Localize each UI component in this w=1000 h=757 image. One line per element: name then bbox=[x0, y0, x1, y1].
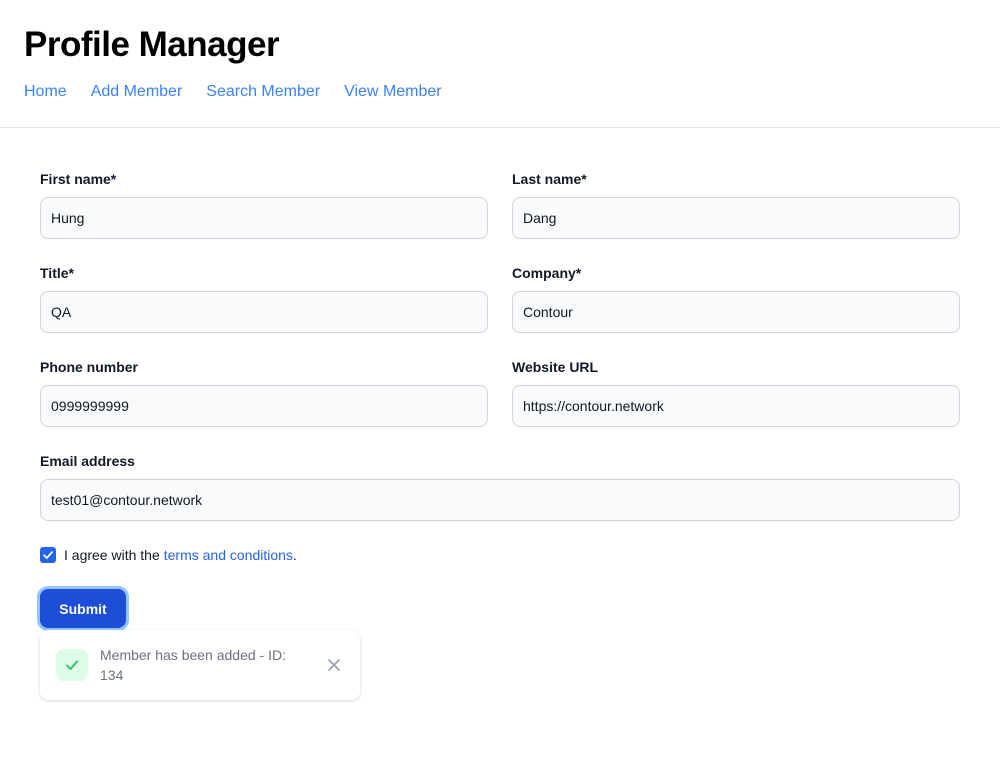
title-input[interactable] bbox=[40, 291, 488, 333]
title-label: Title* bbox=[40, 265, 74, 281]
nav-add-member[interactable]: Add Member bbox=[91, 82, 183, 102]
main-nav: Home Add Member Search Member View Membe… bbox=[24, 82, 442, 102]
terms-checkbox[interactable] bbox=[40, 547, 56, 563]
last-name-label: Last name* bbox=[512, 171, 587, 187]
nav-search-member[interactable]: Search Member bbox=[206, 82, 320, 102]
check-icon bbox=[56, 649, 88, 681]
first-name-group: First name* bbox=[40, 170, 488, 239]
company-label: Company* bbox=[512, 265, 582, 281]
website-label: Website URL bbox=[512, 359, 599, 375]
first-name-input[interactable] bbox=[40, 197, 488, 239]
email-group: Email address bbox=[40, 452, 960, 521]
checkmark-icon bbox=[43, 551, 53, 559]
company-input[interactable] bbox=[512, 291, 960, 333]
nav-view-member[interactable]: View Member bbox=[344, 82, 442, 102]
terms-agreement: I agree with the terms and conditions . bbox=[40, 546, 297, 564]
phone-label: Phone number bbox=[40, 359, 139, 375]
last-name-group: Last name* bbox=[512, 170, 960, 239]
website-input[interactable] bbox=[512, 385, 960, 427]
app-title: Profile Manager bbox=[24, 25, 280, 64]
nav-home[interactable]: Home bbox=[24, 82, 67, 102]
add-member-form: First name* Last name* Title* Company* P… bbox=[40, 170, 960, 640]
last-name-input[interactable] bbox=[512, 197, 960, 239]
title-group: Title* bbox=[40, 264, 488, 333]
phone-input[interactable] bbox=[40, 385, 488, 427]
success-toast: Member has been added - ID: 134 bbox=[40, 630, 360, 700]
website-group: Website URL bbox=[512, 358, 960, 427]
close-icon[interactable] bbox=[324, 655, 344, 675]
toast-message: Member has been added - ID: 134 bbox=[100, 647, 286, 683]
email-input[interactable] bbox=[40, 479, 960, 521]
terms-link[interactable]: terms and conditions bbox=[164, 546, 293, 564]
header: Profile Manager Home Add Member Search M… bbox=[0, 0, 1000, 128]
submit-button[interactable]: Submit bbox=[40, 589, 126, 628]
email-label: Email address bbox=[40, 453, 135, 469]
first-name-label: First name* bbox=[40, 171, 117, 187]
terms-text: I agree with the bbox=[64, 547, 160, 563]
phone-group: Phone number bbox=[40, 358, 488, 427]
company-group: Company* bbox=[512, 264, 960, 333]
terms-period: . bbox=[292, 547, 297, 563]
